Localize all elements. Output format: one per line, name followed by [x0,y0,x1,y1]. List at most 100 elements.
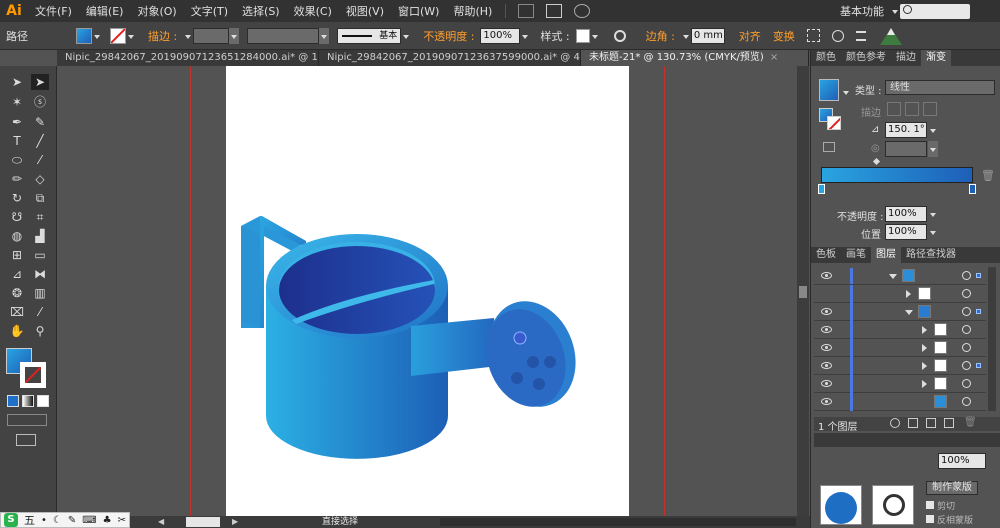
corner-stepper[interactable] [681,28,691,44]
stroke-weight-stepper[interactable] [183,28,193,44]
panel-menu-icon[interactable] [855,30,866,41]
target-circle-icon[interactable] [962,361,971,370]
symbol-sprayer-tool-icon[interactable]: ❂ [8,285,26,301]
tab-pathfinder[interactable]: 路径查找器 [901,247,961,263]
gradient-stop-start[interactable] [818,184,825,194]
ime-symbol-icon[interactable]: ✎ [68,515,76,526]
menu-object[interactable]: 对象(O) [130,3,183,19]
clip-checkbox[interactable] [926,501,934,509]
scale-tool-icon[interactable]: ⧉ [31,190,49,206]
zoom-tool-icon[interactable]: ⚲ [31,323,49,339]
expand-triangle-icon[interactable] [906,290,911,298]
paintbrush-tool-icon[interactable]: ⁄ [31,152,49,168]
menu-window[interactable]: 窗口(W) [391,3,446,19]
fill-mode-icon[interactable] [7,395,19,407]
gradient-stop-end[interactable] [969,184,976,194]
target-circle-icon[interactable] [962,397,971,406]
expand-triangle-icon[interactable] [922,362,927,370]
variable-width-dropdown[interactable] [319,27,330,44]
corner-radius-field[interactable]: 0 mm [690,27,725,44]
fill-swatch[interactable] [76,27,92,44]
menu-view[interactable]: 视图(V) [339,3,391,19]
watering-can-artwork[interactable] [226,66,629,516]
search-input[interactable] [900,3,970,19]
graphic-style-dropdown[interactable] [590,28,600,44]
shape-builder-tool-icon[interactable]: ◍ [8,228,26,244]
layer-row[interactable] [814,285,986,303]
visibility-eye-icon[interactable] [821,308,832,315]
angle-field[interactable]: 150. 1° [885,122,927,138]
artboard-tool-icon[interactable]: ⌧ [8,304,26,320]
graphic-style-swatch[interactable] [575,28,590,43]
tab-stroke[interactable]: 描边 [891,50,921,66]
tab-color-guide[interactable]: 颜色参考 [841,50,891,66]
brush-definition-dropdown[interactable] [401,28,411,44]
pan-options-icon[interactable] [831,29,844,42]
variable-width-profile[interactable] [247,27,320,44]
gradient-type-select[interactable]: 线性 [885,80,995,95]
gradient-mode-icon[interactable] [22,395,34,407]
eyedropper-tool-icon[interactable]: ⊿ [8,266,26,282]
recolor-artwork-icon[interactable] [613,29,626,42]
tab-layers[interactable]: 图层 [871,247,901,263]
tab-document-1[interactable]: Nipic_29842067_20190907123651284000.ai* … [57,50,319,66]
make-clipping-mask-icon[interactable] [908,418,918,428]
screen-mode-icon[interactable] [16,434,36,446]
perspective-grid-tool-icon[interactable]: ▟ [31,228,49,244]
ime-moon-icon[interactable]: ☾ [53,515,62,526]
stroke-dropdown-icon[interactable] [126,28,136,44]
ime-logo-icon[interactable]: S [4,513,18,527]
ime-mode-label[interactable]: 五 [24,512,35,528]
opacity-field[interactable]: 100% [480,27,521,44]
gradient-preview-swatch[interactable] [819,79,839,101]
menu-select[interactable]: 选择(S) [235,3,287,19]
gradient-preset-dropdown[interactable] [841,84,851,100]
pencil-tool-icon[interactable]: ✏ [8,171,26,187]
bridge-icon[interactable] [518,4,535,18]
layer-row[interactable] [814,339,986,357]
stroke-option-button-3[interactable] [923,102,937,116]
layer-row[interactable] [814,321,986,339]
layer-row[interactable] [814,357,986,375]
isolate-object-icon[interactable] [806,29,820,42]
opacity-dropdown[interactable] [520,28,530,44]
blend-tool-icon[interactable]: ⧓ [31,266,49,282]
menu-type[interactable]: 文字(T) [184,3,235,19]
visibility-eye-icon[interactable] [821,326,832,333]
tab-brushes[interactable]: 画笔 [841,247,871,263]
rotate-tool-icon[interactable]: ↻ [8,190,26,206]
warp-tool-icon[interactable]: ☋ [8,209,26,225]
menu-help[interactable]: 帮助(H) [446,3,499,19]
layer-row[interactable] [814,375,986,393]
visibility-eye-icon[interactable] [821,380,832,387]
delete-layer-icon[interactable]: 🗑 [964,417,977,428]
workspace-dropdown-icon[interactable] [890,3,900,19]
layer-row[interactable] [814,303,986,321]
target-circle-icon[interactable] [962,289,971,298]
stop-position-dropdown[interactable] [928,224,938,240]
curvature-tool-icon[interactable]: ✎ [31,114,49,130]
aspect-field[interactable] [885,141,927,157]
reverse-gradient-icon[interactable] [823,142,835,152]
create-sublayer-icon[interactable] [926,418,936,428]
vertical-scrollbar[interactable] [797,66,809,516]
mesh-tool-icon[interactable]: ⊞ [8,247,26,263]
target-circle-icon[interactable] [962,325,971,334]
menu-effect[interactable]: 效果(C) [287,3,339,19]
arrange-documents-icon[interactable] [546,4,563,18]
eraser-tool-icon[interactable]: ◇ [31,171,49,187]
gpu-performance-icon[interactable] [574,4,591,18]
slice-tool-icon[interactable]: ⁄ [31,304,49,320]
artboard-nav-next-icon[interactable]: ▶ [232,517,238,526]
layers-scrollbar[interactable] [988,267,996,411]
expand-triangle-icon[interactable] [922,344,927,352]
none-mode-icon[interactable] [37,395,49,407]
canvas-area[interactable] [57,66,797,516]
collapse-triangle-icon[interactable] [905,310,913,315]
transform-link[interactable]: 变换 [767,28,801,44]
artboard-number-field[interactable] [186,517,220,527]
close-tab-icon[interactable]: × [770,52,778,63]
selection-tool-icon[interactable]: ➤ [8,74,26,90]
gradient-tool-icon[interactable]: ▭ [31,247,49,263]
hand-tool-icon[interactable]: ✋ [8,323,26,339]
